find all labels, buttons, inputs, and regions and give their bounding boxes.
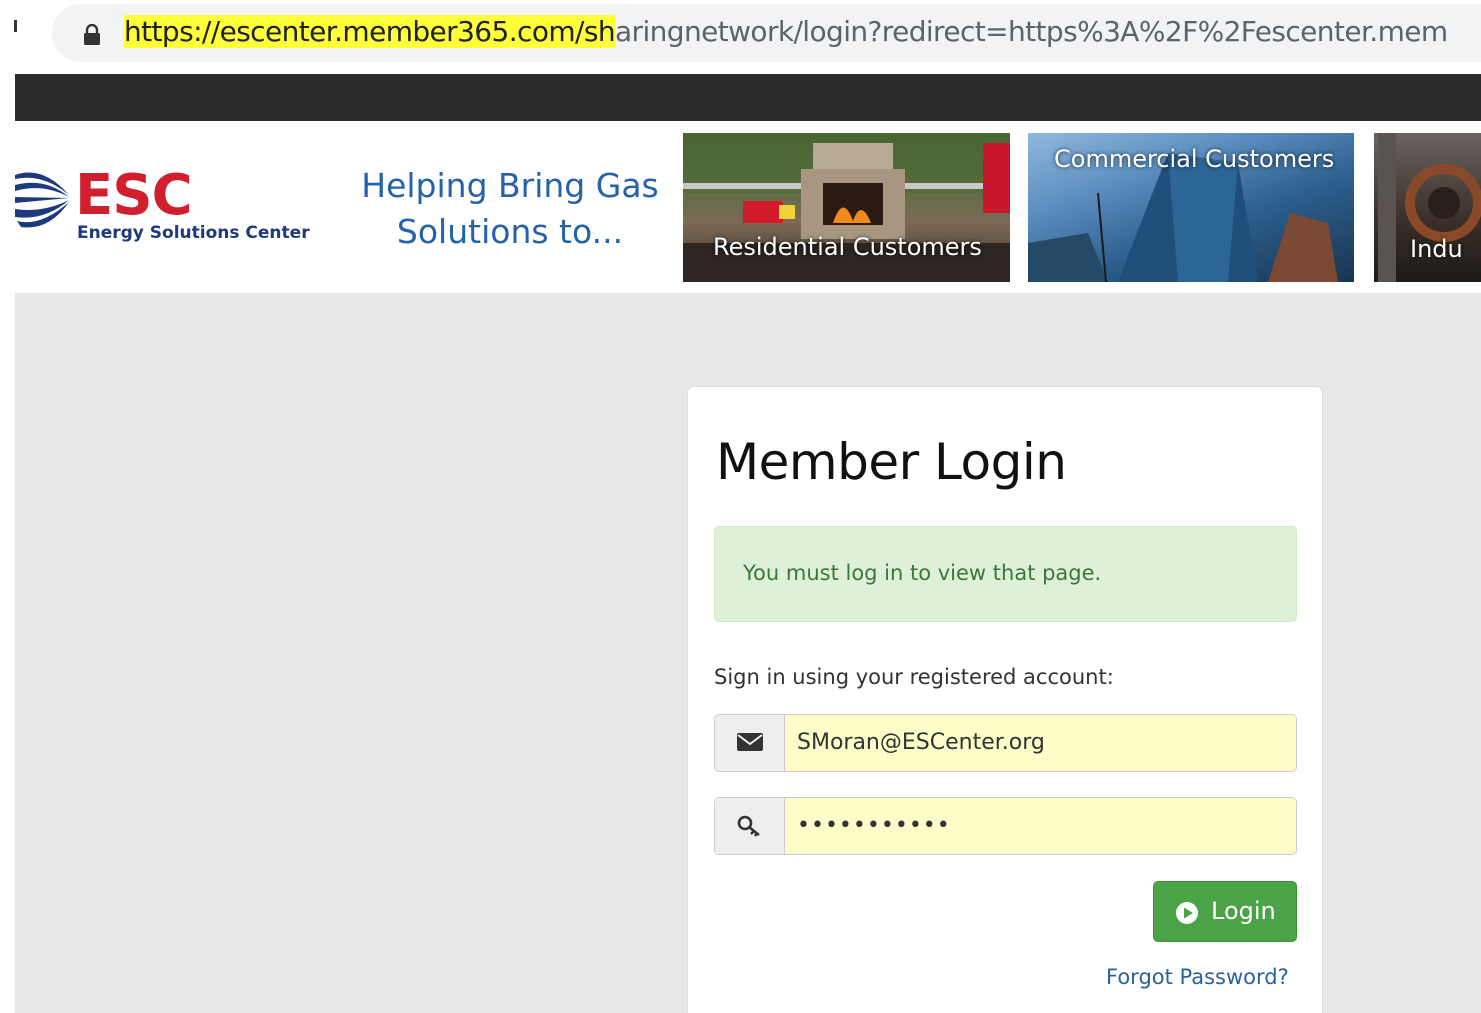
logo-full-name: Energy Solutions Center (77, 223, 310, 243)
forgot-password-link[interactable]: Forgot Password? (1106, 965, 1289, 989)
login-required-alert: You must log in to view that page. (714, 526, 1297, 622)
email-input[interactable]: SMoran@ESCenter.org (785, 715, 1296, 771)
logo-swoosh-icon (15, 172, 69, 228)
tile-residential-customers[interactable]: Residential Customers (683, 133, 1010, 282)
password-input[interactable]: ••••••••••• (785, 798, 1296, 854)
tile-commercial-customers[interactable]: Commercial Customers (1028, 133, 1354, 282)
lock-icon[interactable] (82, 23, 102, 46)
password-addon (715, 798, 785, 854)
signin-instruction: Sign in using your registered account: (714, 665, 1114, 689)
header-tagline: Helping Bring Gas Solutions to... (345, 163, 675, 255)
tagline-line-1: Helping Bring Gas (361, 166, 659, 205)
url-bar[interactable]: https://escenter.member365.com/sharingne… (52, 4, 1481, 62)
envelope-icon (737, 733, 763, 751)
esc-logo[interactable]: ESC Energy Solutions Center (15, 161, 315, 251)
tile-industrial-label: Indu (1410, 235, 1463, 263)
url-rest-part: aringnetwork/login?redirect=https%3A%2F%… (615, 15, 1448, 48)
tagline-line-2: Solutions to... (396, 212, 624, 251)
login-card: Member Login You must log in to view tha… (687, 386, 1323, 1013)
email-field-group: SMoran@ESCenter.org (714, 714, 1297, 772)
password-field-group: ••••••••••• (714, 797, 1297, 855)
play-circle-icon (1176, 902, 1198, 924)
login-button[interactable]: Login (1153, 881, 1297, 942)
tile-residential-label: Residential Customers (713, 233, 982, 261)
toolbar-edge-mark (14, 20, 17, 32)
logo-abbreviation: ESC (75, 163, 193, 228)
top-nav-bar (15, 74, 1481, 121)
url-text[interactable]: https://escenter.member365.com/sharingne… (124, 15, 1448, 48)
login-button-label: Login (1211, 897, 1276, 925)
browser-address-bar: https://escenter.member365.com/sharingne… (0, 0, 1481, 70)
tile-industrial-customers[interactable]: Indu (1374, 133, 1481, 282)
key-icon (737, 815, 760, 837)
email-addon (715, 715, 785, 771)
url-highlighted-part: https://escenter.member365.com/sh (124, 15, 616, 48)
page-title: Member Login (716, 433, 1067, 491)
alert-message: You must log in to view that page. (743, 561, 1102, 585)
tile-commercial-label: Commercial Customers (1054, 145, 1335, 173)
site-header: ESC Energy Solutions Center Helping Brin… (15, 121, 1481, 293)
